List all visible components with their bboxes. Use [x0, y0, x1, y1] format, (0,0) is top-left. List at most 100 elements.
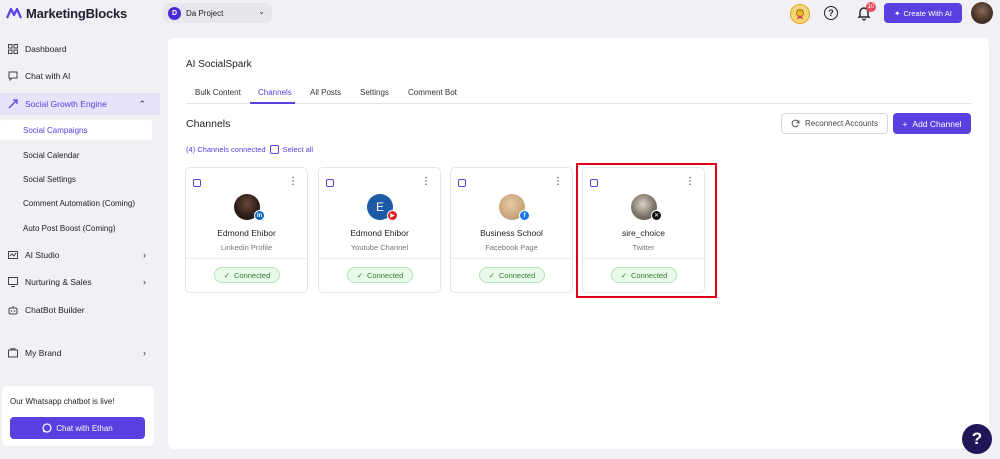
channel-type: Youtube Channel: [350, 243, 409, 252]
growth-icon: [8, 99, 18, 109]
project-avatar: D: [168, 6, 181, 20]
channel-checkbox[interactable]: [458, 179, 466, 187]
sidebar-item-label: ChatBot Builder: [25, 305, 85, 315]
tab-bulk-content[interactable]: Bulk Content: [195, 88, 241, 97]
channel-name: Edmond Ehibor: [217, 228, 276, 238]
promo-text: Our Whatsapp chatbot is live!: [10, 397, 115, 406]
sparkle-icon: ✦: [894, 8, 901, 18]
sidebar-subitem-social-settings[interactable]: Social Settings: [0, 169, 152, 189]
award-badge-button[interactable]: [790, 4, 810, 24]
youtube-icon: ▶: [387, 210, 398, 221]
sidebar-item-chatbot-builder[interactable]: ChatBot Builder: [0, 299, 160, 321]
more-options-icon[interactable]: ⋮: [421, 177, 431, 187]
chevron-right-icon: ›: [143, 250, 146, 260]
help-chat-fab[interactable]: ?: [962, 424, 992, 454]
user-avatar[interactable]: [971, 2, 993, 24]
dashboard-icon: [8, 44, 18, 54]
sidebar-item-ai-studio[interactable]: AI Studio ›: [0, 244, 160, 266]
check-icon: ✓: [223, 270, 230, 280]
channel-name: Business School: [480, 228, 543, 238]
plus-icon: +: [902, 118, 908, 129]
project-selector[interactable]: D Da Project ⌄: [163, 3, 272, 23]
chevron-down-icon: ⌄: [258, 7, 265, 16]
sidebar-item-label: My Brand: [25, 348, 62, 358]
sidebar-subitem-label: Comment Automation (Coming): [23, 198, 136, 208]
select-all-label[interactable]: Select all: [283, 145, 313, 154]
whatsapp-promo-card: Our Whatsapp chatbot is live! Chat with …: [2, 386, 154, 446]
check-icon: ✓: [356, 270, 363, 280]
more-options-icon[interactable]: ⋮: [553, 177, 563, 187]
project-name: Da Project: [186, 8, 224, 18]
channels-connected-count: (4) Channels connected: [186, 145, 266, 154]
tab-channels[interactable]: Channels: [258, 88, 292, 97]
sidebar-item-my-brand[interactable]: My Brand ›: [0, 342, 160, 364]
tab-all-posts[interactable]: All Posts: [310, 88, 341, 97]
sidebar-subitem-label: Social Settings: [23, 174, 76, 184]
tab-bar: Bulk Content Channels All Posts Settings…: [186, 83, 972, 104]
chevron-right-icon: ›: [143, 277, 146, 287]
sidebar-subitem-comment-automation[interactable]: Comment Automation (Coming): [0, 193, 152, 213]
channels-connected-row: (4) Channels connected Select all: [186, 145, 313, 154]
sidebar-item-label: Nurturing & Sales: [25, 277, 92, 287]
channel-card[interactable]: ⋮ in Edmond Ehibor Linkedin Profile ✓ Co…: [185, 167, 308, 293]
sidebar-subitem-social-campaigns[interactable]: Social Campaigns: [0, 120, 152, 140]
card-divider: [186, 258, 307, 259]
status-badge: ✓ Connected: [479, 267, 545, 283]
highlight-box: [576, 163, 717, 298]
card-divider: [319, 258, 440, 259]
chevron-right-icon: ›: [143, 348, 146, 358]
facebook-icon: f: [519, 210, 530, 221]
reconnect-accounts-button[interactable]: Reconnect Accounts: [781, 113, 888, 134]
sidebar-item-social-growth-engine[interactable]: Social Growth Engine ⌃: [0, 93, 160, 115]
sidebar-item-dashboard[interactable]: Dashboard: [0, 38, 160, 60]
linkedin-icon: in: [254, 210, 265, 221]
sidebar-item-nurturing-sales[interactable]: Nurturing & Sales ›: [0, 271, 160, 293]
card-divider: [451, 258, 572, 259]
active-tab-indicator: [250, 102, 295, 104]
channel-card[interactable]: ⋮ f Business School Facebook Page ✓ Conn…: [450, 167, 573, 293]
create-with-ai-button[interactable]: ✦ Create With AI: [884, 3, 962, 23]
channel-checkbox[interactable]: [193, 179, 201, 187]
chatbot-icon: [8, 305, 18, 315]
sidebar-item-chat-with-ai[interactable]: Chat with AI: [0, 65, 160, 87]
add-channel-button[interactable]: + Add Channel: [893, 113, 971, 134]
chat-with-ethan-button[interactable]: Chat with Ethan: [10, 417, 145, 439]
channel-name: Edmond Ehibor: [350, 228, 409, 238]
top-bar: MarketingBlocks D Da Project ⌄ ? 10 ✦ Cr…: [0, 0, 1000, 27]
select-all-checkbox[interactable]: [269, 145, 279, 154]
channel-card[interactable]: ⋮ E ▶ Edmond Ehibor Youtube Channel ✓ Co…: [318, 167, 441, 293]
sidebar-subitem-label: Social Campaigns: [23, 125, 88, 135]
status-label: Connected: [499, 270, 536, 280]
reconnect-accounts-label: Reconnect Accounts: [805, 119, 878, 128]
logo-icon: [6, 7, 22, 19]
channel-type: Facebook Page: [485, 243, 538, 252]
status-label: Connected: [234, 270, 271, 280]
whatsapp-icon: [42, 423, 52, 433]
tab-settings[interactable]: Settings: [360, 88, 389, 97]
status-badge: ✓ Connected: [347, 267, 413, 283]
app-name: MarketingBlocks: [26, 5, 128, 21]
notification-count-badge: 10: [866, 2, 876, 12]
brand-icon: [8, 348, 18, 358]
page-title: AI SocialSpark: [186, 59, 252, 70]
app-logo[interactable]: MarketingBlocks: [6, 5, 127, 21]
sidebar-subitem-label: Auto Post Boost (Coming): [23, 223, 116, 233]
channel-checkbox[interactable]: [326, 179, 334, 187]
chat-icon: [8, 71, 18, 81]
sidebar-item-label: Social Growth Engine: [25, 99, 107, 109]
award-icon: [796, 9, 804, 20]
help-icon[interactable]: ?: [824, 6, 838, 20]
refresh-icon: [791, 119, 800, 128]
status-badge: ✓ Connected: [214, 267, 280, 283]
sidebar-item-label: Dashboard: [25, 44, 67, 54]
more-options-icon[interactable]: ⋮: [288, 177, 298, 187]
ai-studio-icon: [8, 250, 18, 260]
chat-with-ethan-label: Chat with Ethan: [56, 423, 113, 433]
chevron-up-icon: ⌃: [138, 98, 146, 109]
sidebar-subitem-social-calendar[interactable]: Social Calendar: [0, 145, 152, 165]
add-channel-label: Add Channel: [912, 118, 962, 129]
section-title: Channels: [186, 118, 231, 130]
sidebar-subitem-auto-post-boost[interactable]: Auto Post Boost (Coming): [0, 218, 152, 238]
sidebar-subitem-label: Social Calendar: [23, 150, 80, 160]
tab-comment-bot[interactable]: Comment Bot: [408, 88, 457, 97]
